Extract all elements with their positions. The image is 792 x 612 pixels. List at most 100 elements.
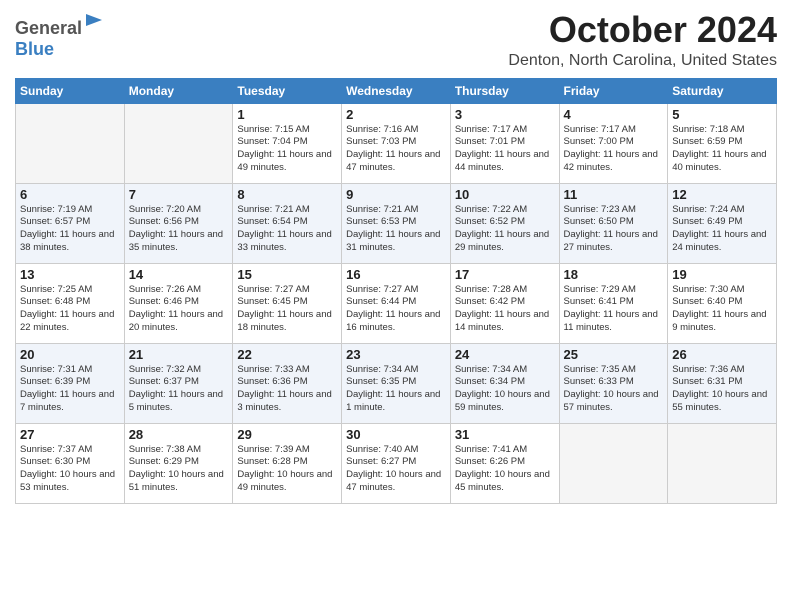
calendar-week-row: 27Sunrise: 7:37 AM Sunset: 6:30 PM Dayli…	[16, 423, 777, 503]
logo-blue: Blue	[15, 39, 54, 59]
title-area: October 2024 Denton, North Carolina, Uni…	[508, 10, 777, 70]
calendar-cell: 10 Sunrise: 7:22 AM Sunset: 6:52 PM Dayli…	[450, 183, 559, 263]
calendar-cell	[668, 423, 777, 503]
day-number: 28	[129, 427, 229, 442]
calendar-cell: 1 Sunrise: 7:15 AM Sunset: 7:04 PM Daylig…	[233, 103, 342, 183]
calendar-cell: 18 Sunrise: 7:29 AM Sunset: 6:41 PM Dayli…	[559, 263, 668, 343]
day-number: 6	[20, 187, 120, 202]
day-number: 10	[455, 187, 555, 202]
day-number: 4	[564, 107, 664, 122]
location-title: Denton, North Carolina, United States	[508, 52, 777, 70]
day-info: Sunrise: 7:17 AM Sunset: 7:00 PM Dayligh…	[564, 124, 664, 175]
day-number: 17	[455, 267, 555, 282]
day-info: Sunrise: 7:28 AM Sunset: 6:42 PM Dayligh…	[455, 284, 555, 335]
day-number: 20	[20, 347, 120, 362]
calendar-cell: 20 Sunrise: 7:31 AM Sunset: 6:39 PM Dayli…	[16, 343, 125, 423]
calendar-table: SundayMondayTuesdayWednesdayThursdayFrid…	[15, 78, 777, 504]
calendar-cell: 15 Sunrise: 7:27 AM Sunset: 6:45 PM Dayli…	[233, 263, 342, 343]
calendar-cell: 27Sunrise: 7:37 AM Sunset: 6:30 PM Dayli…	[16, 423, 125, 503]
day-number: 26	[672, 347, 772, 362]
day-number: 30	[346, 427, 446, 442]
calendar-week-row: 6 Sunrise: 7:19 AM Sunset: 6:57 PM Daylig…	[16, 183, 777, 263]
weekday-header-sunday: Sunday	[16, 78, 125, 103]
weekday-header-saturday: Saturday	[668, 78, 777, 103]
calendar-week-row: 13 Sunrise: 7:25 AM Sunset: 6:48 PM Dayli…	[16, 263, 777, 343]
calendar-cell: 26Sunrise: 7:36 AM Sunset: 6:31 PM Dayli…	[668, 343, 777, 423]
calendar-cell: 17 Sunrise: 7:28 AM Sunset: 6:42 PM Dayli…	[450, 263, 559, 343]
calendar-cell: 23 Sunrise: 7:34 AM Sunset: 6:35 PM Dayli…	[342, 343, 451, 423]
calendar-cell: 29 Sunrise: 7:39 AM Sunset: 6:28 PM Dayli…	[233, 423, 342, 503]
day-info: Sunrise: 7:16 AM Sunset: 7:03 PM Dayligh…	[346, 124, 446, 175]
calendar-week-row: 1 Sunrise: 7:15 AM Sunset: 7:04 PM Daylig…	[16, 103, 777, 183]
calendar-cell: 25 Sunrise: 7:35 AM Sunset: 6:33 PM Dayli…	[559, 343, 668, 423]
calendar-cell: 2 Sunrise: 7:16 AM Sunset: 7:03 PM Daylig…	[342, 103, 451, 183]
calendar-cell: 28Sunrise: 7:38 AM Sunset: 6:29 PM Dayli…	[124, 423, 233, 503]
calendar-cell: 9Sunrise: 7:21 AM Sunset: 6:53 PM Daylig…	[342, 183, 451, 263]
month-title: October 2024	[508, 10, 777, 50]
calendar-cell: 24Sunrise: 7:34 AM Sunset: 6:34 PM Dayli…	[450, 343, 559, 423]
day-number: 29	[237, 427, 337, 442]
day-info: Sunrise: 7:17 AM Sunset: 7:01 PM Dayligh…	[455, 124, 555, 175]
calendar-cell: 13 Sunrise: 7:25 AM Sunset: 6:48 PM Dayli…	[16, 263, 125, 343]
day-info: Sunrise: 7:32 AM Sunset: 6:37 PM Dayligh…	[129, 364, 229, 415]
calendar-cell: 21 Sunrise: 7:32 AM Sunset: 6:37 PM Dayli…	[124, 343, 233, 423]
day-number: 2	[346, 107, 446, 122]
logo: General Blue	[15, 10, 104, 60]
day-number: 25	[564, 347, 664, 362]
day-info: Sunrise: 7:39 AM Sunset: 6:28 PM Dayligh…	[237, 444, 337, 495]
weekday-header-wednesday: Wednesday	[342, 78, 451, 103]
day-info: Sunrise: 7:31 AM Sunset: 6:39 PM Dayligh…	[20, 364, 120, 415]
day-info: Sunrise: 7:19 AM Sunset: 6:57 PM Dayligh…	[20, 204, 120, 255]
calendar-cell	[559, 423, 668, 503]
calendar-week-row: 20 Sunrise: 7:31 AM Sunset: 6:39 PM Dayli…	[16, 343, 777, 423]
day-number: 8	[237, 187, 337, 202]
day-number: 18	[564, 267, 664, 282]
day-number: 7	[129, 187, 229, 202]
calendar-cell: 14Sunrise: 7:26 AM Sunset: 6:46 PM Dayli…	[124, 263, 233, 343]
calendar-cell: 12 Sunrise: 7:24 AM Sunset: 6:49 PM Dayli…	[668, 183, 777, 263]
day-number: 21	[129, 347, 229, 362]
day-number: 13	[20, 267, 120, 282]
calendar-cell	[16, 103, 125, 183]
day-number: 1	[237, 107, 337, 122]
day-info: Sunrise: 7:23 AM Sunset: 6:50 PM Dayligh…	[564, 204, 664, 255]
logo-general: General	[15, 18, 82, 38]
calendar-cell: 16Sunrise: 7:27 AM Sunset: 6:44 PM Dayli…	[342, 263, 451, 343]
weekday-header-tuesday: Tuesday	[233, 78, 342, 103]
day-info: Sunrise: 7:34 AM Sunset: 6:35 PM Dayligh…	[346, 364, 446, 415]
calendar-cell: 30Sunrise: 7:40 AM Sunset: 6:27 PM Dayli…	[342, 423, 451, 503]
calendar-cell: 31 Sunrise: 7:41 AM Sunset: 6:26 PM Dayli…	[450, 423, 559, 503]
day-info: Sunrise: 7:33 AM Sunset: 6:36 PM Dayligh…	[237, 364, 337, 415]
day-number: 14	[129, 267, 229, 282]
day-number: 3	[455, 107, 555, 122]
day-info: Sunrise: 7:29 AM Sunset: 6:41 PM Dayligh…	[564, 284, 664, 335]
day-info: Sunrise: 7:41 AM Sunset: 6:26 PM Dayligh…	[455, 444, 555, 495]
day-number: 12	[672, 187, 772, 202]
day-info: Sunrise: 7:15 AM Sunset: 7:04 PM Dayligh…	[237, 124, 337, 175]
day-info: Sunrise: 7:20 AM Sunset: 6:56 PM Dayligh…	[129, 204, 229, 255]
day-number: 23	[346, 347, 446, 362]
day-number: 11	[564, 187, 664, 202]
day-number: 24	[455, 347, 555, 362]
day-info: Sunrise: 7:27 AM Sunset: 6:45 PM Dayligh…	[237, 284, 337, 335]
day-info: Sunrise: 7:35 AM Sunset: 6:33 PM Dayligh…	[564, 364, 664, 415]
calendar-cell: 4 Sunrise: 7:17 AM Sunset: 7:00 PM Daylig…	[559, 103, 668, 183]
day-number: 27	[20, 427, 120, 442]
day-info: Sunrise: 7:25 AM Sunset: 6:48 PM Dayligh…	[20, 284, 120, 335]
day-info: Sunrise: 7:24 AM Sunset: 6:49 PM Dayligh…	[672, 204, 772, 255]
logo-flag-icon	[84, 12, 104, 34]
day-number: 5	[672, 107, 772, 122]
day-number: 31	[455, 427, 555, 442]
calendar-cell: 22Sunrise: 7:33 AM Sunset: 6:36 PM Dayli…	[233, 343, 342, 423]
calendar-cell: 3 Sunrise: 7:17 AM Sunset: 7:01 PM Daylig…	[450, 103, 559, 183]
day-info: Sunrise: 7:27 AM Sunset: 6:44 PM Dayligh…	[346, 284, 446, 335]
weekday-header-monday: Monday	[124, 78, 233, 103]
day-info: Sunrise: 7:22 AM Sunset: 6:52 PM Dayligh…	[455, 204, 555, 255]
day-number: 19	[672, 267, 772, 282]
weekday-header-row: SundayMondayTuesdayWednesdayThursdayFrid…	[16, 78, 777, 103]
calendar-cell: 6 Sunrise: 7:19 AM Sunset: 6:57 PM Daylig…	[16, 183, 125, 263]
calendar-cell	[124, 103, 233, 183]
calendar-cell: 19Sunrise: 7:30 AM Sunset: 6:40 PM Dayli…	[668, 263, 777, 343]
day-number: 15	[237, 267, 337, 282]
calendar-cell: 5Sunrise: 7:18 AM Sunset: 6:59 PM Daylig…	[668, 103, 777, 183]
